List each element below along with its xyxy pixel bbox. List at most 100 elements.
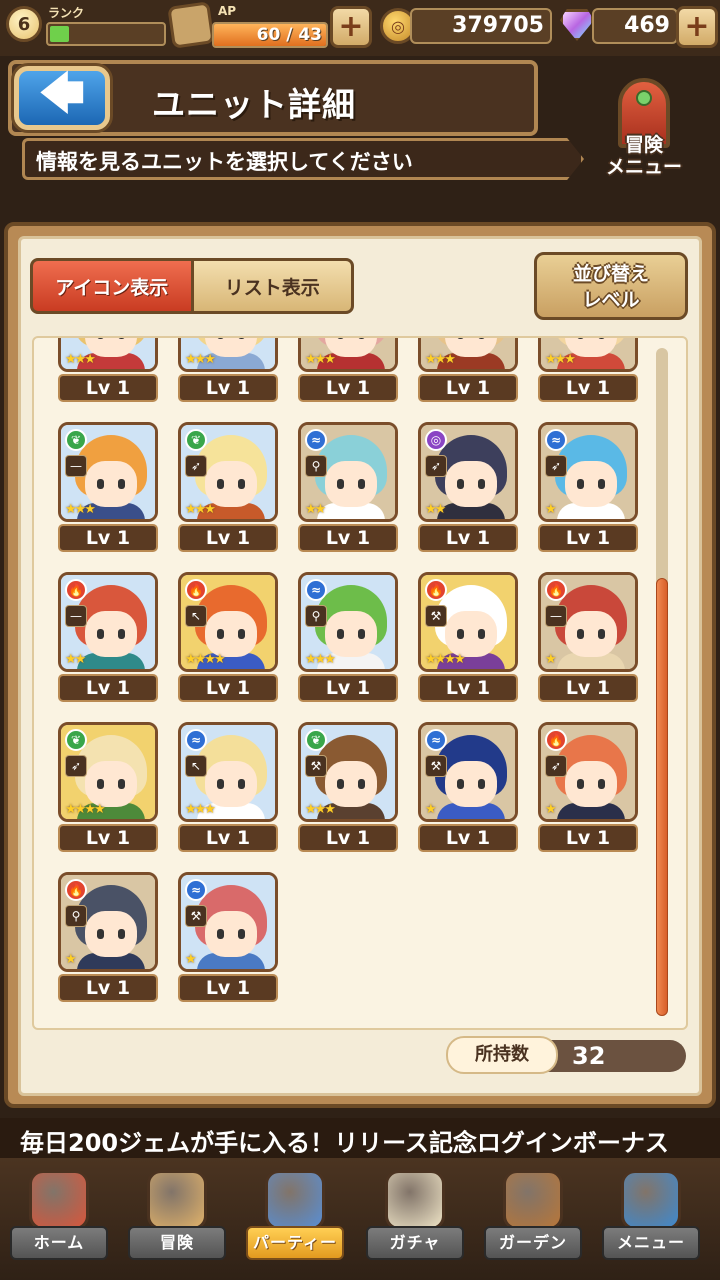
- unit-card[interactable]: 🔥 ⚒ ★★★★ Lv 1: [418, 572, 518, 706]
- rarity-stars: ★★★★: [65, 802, 106, 817]
- rank-badge: 6: [6, 6, 42, 42]
- tab-icon-view[interactable]: アイコン表示: [33, 261, 191, 311]
- nav-icon: [29, 1170, 89, 1230]
- unit-level: Lv 1: [58, 374, 158, 402]
- nav-item-2[interactable]: パーティー: [240, 1158, 350, 1276]
- owned-count-value: 32: [572, 1042, 606, 1070]
- unit-card[interactable]: 🔥 ⚲ ★ Lv 1: [58, 872, 158, 1006]
- unit-portrait: ≈ ↖ ★★★: [178, 722, 278, 822]
- unit-level: Lv 1: [298, 674, 398, 702]
- unit-level: Lv 1: [418, 674, 518, 702]
- unit-portrait: 🔥 ⚒ ★★★★: [418, 572, 518, 672]
- unit-level: Lv 1: [418, 824, 518, 852]
- unit-card[interactable]: ≈ ➶ ★ Lv 1: [538, 422, 638, 556]
- ap-bar: 60 / 43: [212, 22, 328, 48]
- nav-item-4[interactable]: ガーデン: [478, 1158, 588, 1276]
- unit-level: Lv 1: [298, 524, 398, 552]
- unit-portrait: 🔥 ⚲ ★: [58, 872, 158, 972]
- rank-label: ランク: [48, 6, 85, 20]
- unit-card[interactable]: ❦ ➶ ★★★★ Lv 1: [58, 722, 158, 856]
- unit-card[interactable]: ≈ ⚲ ★★ Lv 1: [298, 422, 398, 556]
- back-button[interactable]: 🡄: [14, 66, 110, 130]
- unit-card[interactable]: ≈ ⚲ ★★★ Lv 1: [298, 572, 398, 706]
- nav-label: パーティー: [246, 1226, 344, 1260]
- rarity-stars: ★★: [65, 652, 86, 667]
- unit-portrait: ★★★: [58, 338, 158, 372]
- unit-card[interactable]: 🔥 ↖ ★★★★ Lv 1: [178, 572, 278, 706]
- scrollbar-thumb[interactable]: [656, 578, 668, 1016]
- rarity-stars: ★★★★: [425, 652, 466, 667]
- back-arrow-icon: 🡄: [39, 67, 85, 119]
- unit-portrait: 🔥 — ★★: [58, 572, 158, 672]
- adventure-menu-button[interactable]: 冒険 メニュー: [596, 78, 692, 190]
- unit-card[interactable]: ◎ ➶ ★★ Lv 1: [418, 422, 518, 556]
- bow-weapon-icon: ➶: [65, 755, 87, 777]
- wind-element-icon: ❦: [185, 429, 207, 451]
- unit-card[interactable]: ★★★ Lv 1: [538, 338, 638, 406]
- unit-portrait: ❦ ➶ ★★★★: [58, 722, 158, 822]
- sort-button[interactable]: 並び替え レベル: [534, 252, 688, 320]
- axe-weapon-icon: ⚒: [305, 755, 327, 777]
- unit-card[interactable]: ★★★ Lv 1: [418, 338, 518, 406]
- nav-item-1[interactable]: 冒険: [122, 1158, 232, 1276]
- unit-card[interactable]: ≈ ⚒ ★ Lv 1: [418, 722, 518, 856]
- unit-portrait: ◎ ➶ ★★: [418, 422, 518, 522]
- ap-label: AP: [218, 4, 237, 18]
- water-element-icon: ≈: [545, 429, 567, 451]
- adventure-menu-label: 冒険 メニュー: [605, 134, 682, 178]
- unit-card[interactable]: ❦ — ★★★ Lv 1: [58, 422, 158, 556]
- unit-level: Lv 1: [298, 824, 398, 852]
- axe-weapon-icon: ⚒: [425, 755, 447, 777]
- nav-item-5[interactable]: メニュー: [596, 1158, 706, 1276]
- fire-element-icon: 🔥: [185, 579, 207, 601]
- unit-grid[interactable]: ★★★ Lv 1 ★★★ Lv 1 ★★★ Lv 1 ★★★ Lv 1 ★★★ Lv 1 ❦ — ★★★…: [32, 336, 688, 1030]
- unit-card[interactable]: ❦ ➶ ★★★ Lv 1: [178, 422, 278, 556]
- unit-card[interactable]: 🔥 — ★ Lv 1: [538, 572, 638, 706]
- unit-card[interactable]: ★★★ Lv 1: [58, 338, 158, 406]
- rarity-stars: ★★★: [545, 352, 576, 367]
- nav-icon: [385, 1170, 445, 1230]
- unit-portrait: ❦ ➶ ★★★: [178, 422, 278, 522]
- news-ticker[interactable]: 毎日200ジェムが手に入る！リリース記念ログインボーナス: [0, 1118, 720, 1158]
- bow-weapon-icon: ➶: [185, 455, 207, 477]
- unit-level: Lv 1: [538, 824, 638, 852]
- unit-level: Lv 1: [178, 824, 278, 852]
- nav-label: メニュー: [602, 1226, 700, 1260]
- rarity-stars: ★: [545, 502, 557, 517]
- fire-element-icon: 🔥: [545, 579, 567, 601]
- unit-card[interactable]: ★★★ Lv 1: [178, 338, 278, 406]
- wind-element-icon: ❦: [65, 429, 87, 451]
- tab-list-view[interactable]: リスト表示: [193, 261, 351, 311]
- gem-plus-button[interactable]: +: [676, 6, 718, 48]
- rarity-stars: ★: [545, 802, 557, 817]
- unit-card[interactable]: ❦ ⚒ ★★★ Lv 1: [298, 722, 398, 856]
- unit-card[interactable]: ≈ ⚒ ★ Lv 1: [178, 872, 278, 1006]
- rarity-stars: ★★★: [65, 352, 96, 367]
- unit-level: Lv 1: [538, 374, 638, 402]
- unit-portrait: ❦ ⚒ ★★★: [298, 722, 398, 822]
- hammer-weapon-icon: ⚒: [185, 905, 207, 927]
- bow-weapon-icon: ➶: [425, 455, 447, 477]
- unit-portrait: ★★★: [538, 338, 638, 372]
- unit-portrait: ≈ ⚒ ★: [178, 872, 278, 972]
- instruction-text: 情報を見るユニットを選択してください: [36, 150, 413, 174]
- unit-card[interactable]: ≈ ↖ ★★★ Lv 1: [178, 722, 278, 856]
- gold-amount: 379705: [410, 8, 552, 44]
- rarity-stars: ★★: [305, 502, 326, 517]
- unit-card[interactable]: 🔥 — ★★ Lv 1: [58, 572, 158, 706]
- sort-label: 並び替え: [572, 263, 649, 285]
- owned-count-label: 所持数: [446, 1036, 558, 1074]
- fire-element-icon: 🔥: [545, 729, 567, 751]
- unit-card[interactable]: 🔥 ➶ ★ Lv 1: [538, 722, 638, 856]
- nav-icon: [503, 1170, 563, 1230]
- rarity-stars: ★★★: [305, 352, 336, 367]
- water-element-icon: ≈: [305, 429, 327, 451]
- unit-card[interactable]: ★★★ Lv 1: [298, 338, 398, 406]
- rarity-stars: ★★★: [185, 802, 216, 817]
- nav-icon: [265, 1170, 325, 1230]
- nav-item-0[interactable]: ホーム: [4, 1158, 114, 1276]
- ap-plus-button[interactable]: +: [330, 6, 372, 48]
- rarity-stars: ★★★: [185, 352, 216, 367]
- nav-item-3[interactable]: ガチャ: [360, 1158, 470, 1276]
- unit-level: Lv 1: [538, 674, 638, 702]
